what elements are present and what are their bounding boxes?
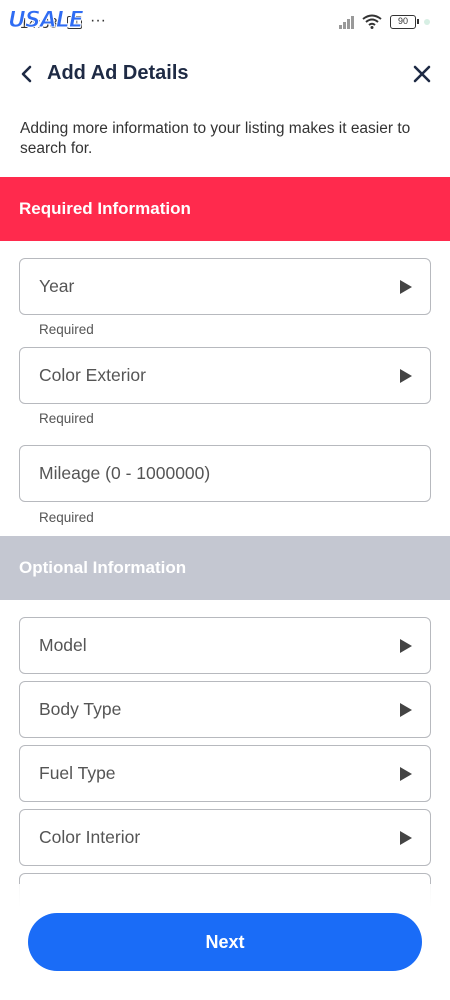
optional-section-header: Optional Information bbox=[0, 536, 450, 600]
color-exterior-select[interactable]: Color Exterior bbox=[19, 347, 431, 404]
signal-icon bbox=[339, 15, 354, 29]
helper-text: Required bbox=[39, 510, 94, 525]
indicator-dot-icon bbox=[424, 18, 430, 25]
next-button[interactable]: Next bbox=[28, 913, 422, 971]
mileage-input[interactable]: Mileage (0 - 1000000) bbox=[19, 445, 431, 502]
status-icons: 90 bbox=[339, 14, 430, 29]
model-select[interactable]: Model bbox=[19, 617, 431, 674]
field-label: Body Type bbox=[39, 699, 122, 719]
helper-text: Required bbox=[39, 411, 94, 426]
field-label: Model bbox=[39, 635, 87, 655]
arrow-right-icon bbox=[400, 702, 412, 717]
field-label: Year bbox=[39, 276, 75, 296]
chevron-left-icon bbox=[21, 65, 32, 83]
fuel-type-select[interactable]: Fuel Type bbox=[19, 745, 431, 802]
app-header: Add Ad Details bbox=[0, 52, 450, 96]
field-placeholder: Mileage (0 - 1000000) bbox=[39, 463, 211, 483]
wifi-icon bbox=[362, 14, 382, 29]
arrow-right-icon bbox=[400, 638, 412, 653]
field-label: Color Interior bbox=[39, 827, 141, 847]
arrow-right-icon bbox=[400, 830, 412, 845]
field-label: Color Exterior bbox=[39, 365, 146, 385]
close-icon bbox=[413, 65, 431, 83]
battery-icon: 90 bbox=[390, 14, 419, 29]
page-title: Add Ad Details bbox=[47, 62, 189, 84]
arrow-right-icon bbox=[400, 766, 412, 781]
close-button[interactable] bbox=[410, 60, 434, 88]
arrow-right-icon bbox=[400, 368, 412, 383]
intro-text: Adding more information to your listing … bbox=[20, 120, 411, 157]
watermark-logo: USALE bbox=[8, 8, 85, 34]
body-type-select[interactable]: Body Type bbox=[19, 681, 431, 738]
helper-text: Required bbox=[39, 322, 94, 337]
year-select[interactable]: Year bbox=[19, 258, 431, 315]
color-interior-select[interactable]: Color Interior bbox=[19, 809, 431, 866]
more-notifications-icon: ··· bbox=[90, 12, 106, 29]
field-label: Fuel Type bbox=[39, 763, 116, 783]
arrow-right-icon bbox=[400, 279, 412, 294]
back-button[interactable] bbox=[14, 60, 38, 88]
status-bar: 14:38 31 ··· USALE 90 bbox=[0, 0, 450, 46]
required-section-header: Required Information bbox=[0, 177, 450, 241]
